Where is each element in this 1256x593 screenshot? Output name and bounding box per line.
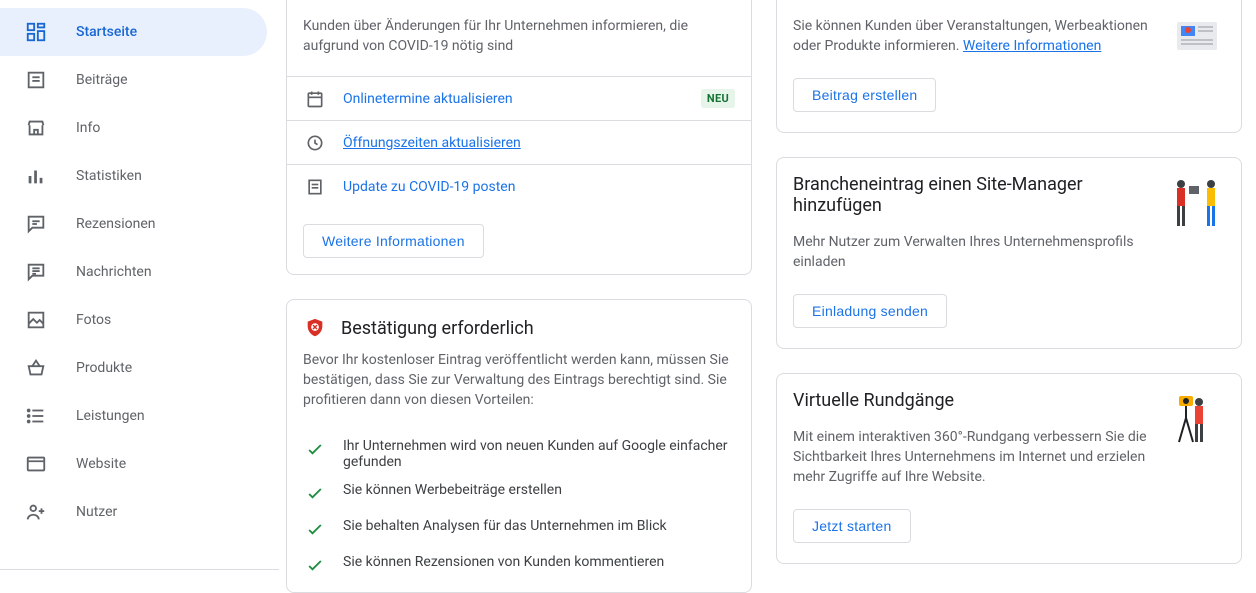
clock-icon [303,131,327,155]
new-badge: NEU [701,89,735,108]
sidebar-label-stats: Statistiken [76,168,142,184]
covid-row-hours[interactable]: Öffnungszeiten aktualisieren [287,120,751,164]
covid-row-appointments[interactable]: Onlinetermine aktualisieren NEU [287,76,751,120]
send-invite-button[interactable]: Einladung senden [793,294,947,328]
sidebar-label-home: Startseite [76,24,137,40]
shield-alert-icon [303,316,327,340]
sidebar-label-website: Website [76,456,126,472]
tour-card-title: Virtuelle Rundgänge [793,390,1157,411]
dashboard-icon [24,20,48,44]
sidebar-item-website[interactable]: Website [0,440,267,488]
sidebar-label-users: Nutzer [76,504,117,520]
sidebar-label-posts: Beiträge [76,72,128,88]
main-column-right: Sie können Kunden über Veranstaltungen, … [776,0,1242,564]
verify-benefit-text: Ihr Unternehmen wird von neuen Kunden au… [343,438,735,470]
newspaper-illustration-icon [1169,16,1225,112]
covid-row-appointments-label: Onlinetermine aktualisieren [343,91,701,107]
start-tour-button[interactable]: Jetzt starten [793,509,911,543]
verify-benefit-item: Sie können Rezensionen von Kunden kommen… [303,548,735,584]
camera-illustration-icon [1169,390,1225,543]
create-post-button[interactable]: Beitrag erstellen [793,78,936,112]
verify-benefit-item: Ihr Unternehmen wird von neuen Kunden au… [303,432,735,476]
sidebar-item-services[interactable]: Leistungen [0,392,267,440]
sidebar-item-messages[interactable]: Nachrichten [0,248,267,296]
sidebar-item-info[interactable]: Info [0,104,267,152]
verify-card: Bestätigung erforderlich Bevor Ihr koste… [286,299,752,593]
posts-card-text: Sie können Kunden über Veranstaltungen, … [793,16,1157,56]
bar-chart-icon [24,164,48,188]
message-icon [24,260,48,284]
add-user-icon [24,500,48,524]
list-icon [24,404,48,428]
posts-card: Sie können Kunden über Veranstaltungen, … [776,0,1242,133]
check-icon [303,554,327,578]
covid-row-post[interactable]: Update zu COVID-19 posten [287,164,751,208]
posts-card-more-link[interactable]: Weitere Informationen [963,38,1101,54]
check-icon [303,518,327,542]
sidebar-item-products[interactable]: Produkte [0,344,267,392]
storefront-icon [24,116,48,140]
verify-benefit-text: Sie behalten Analysen für das Unternehme… [343,518,667,534]
verify-benefit-item: Sie können Werbebeiträge erstellen [303,476,735,512]
covid-more-info-button[interactable]: Weitere Informationen [303,224,484,258]
check-icon [303,482,327,506]
sidebar-label-photos: Fotos [76,312,111,328]
sidebar-label-messages: Nachrichten [76,264,152,280]
sidebar-item-stats[interactable]: Statistiken [0,152,267,200]
verify-card-title: Bestätigung erforderlich [341,318,534,339]
covid-row-hours-label: Öffnungszeiten aktualisieren [343,135,735,151]
calendar-icon [303,87,327,111]
verify-benefit-item: Sie behalten Analysen für das Unternehme… [303,512,735,548]
sidebar-label-products: Produkte [76,360,132,376]
manager-card-intro: Mehr Nutzer zum Verwalten Ihres Unterneh… [793,232,1157,272]
verify-benefits-list: Ihr Unternehmen wird von neuen Kunden au… [287,426,751,592]
basket-icon [24,356,48,380]
review-icon [24,212,48,236]
verify-benefit-text: Sie können Werbebeiträge erstellen [343,482,562,498]
sidebar-item-users[interactable]: Nutzer [0,488,267,536]
check-icon [303,438,327,462]
covid-row-post-label: Update zu COVID-19 posten [343,179,735,195]
sidebar: Startseite Beiträge Info Statistiken Rez… [0,0,280,570]
main-content: Kunden über Änderungen für Ihr Unternehm… [280,0,1256,570]
main-column-left: Kunden über Änderungen für Ihr Unternehm… [286,0,752,593]
sidebar-label-info: Info [76,120,100,136]
sidebar-label-reviews: Rezensionen [76,216,156,232]
sidebar-item-home[interactable]: Startseite [0,8,267,56]
verify-card-intro: Bevor Ihr kostenloser Eintrag veröffentl… [287,350,751,426]
sidebar-label-services: Leistungen [76,408,145,424]
manager-card-title: Brancheneintrag einen Site-Manager hinzu… [793,174,1157,216]
website-icon [24,452,48,476]
people-illustration-icon [1169,174,1225,328]
manager-card: Brancheneintrag einen Site-Manager hinzu… [776,157,1242,349]
sidebar-item-photos[interactable]: Fotos [0,296,267,344]
tour-card: Virtuelle Rundgänge Mit einem interaktiv… [776,373,1242,564]
sidebar-item-posts[interactable]: Beiträge [0,56,267,104]
sidebar-item-reviews[interactable]: Rezensionen [0,200,267,248]
tour-card-intro: Mit einem interaktiven 360°-Rundgang ver… [793,427,1157,487]
post-icon [24,68,48,92]
verify-benefit-text: Sie können Rezensionen von Kunden kommen… [343,554,664,570]
photo-icon [24,308,48,332]
covid-card: Kunden über Änderungen für Ihr Unternehm… [286,0,752,275]
note-icon [303,175,327,199]
covid-card-intro: Kunden über Änderungen für Ihr Unternehm… [303,16,735,56]
